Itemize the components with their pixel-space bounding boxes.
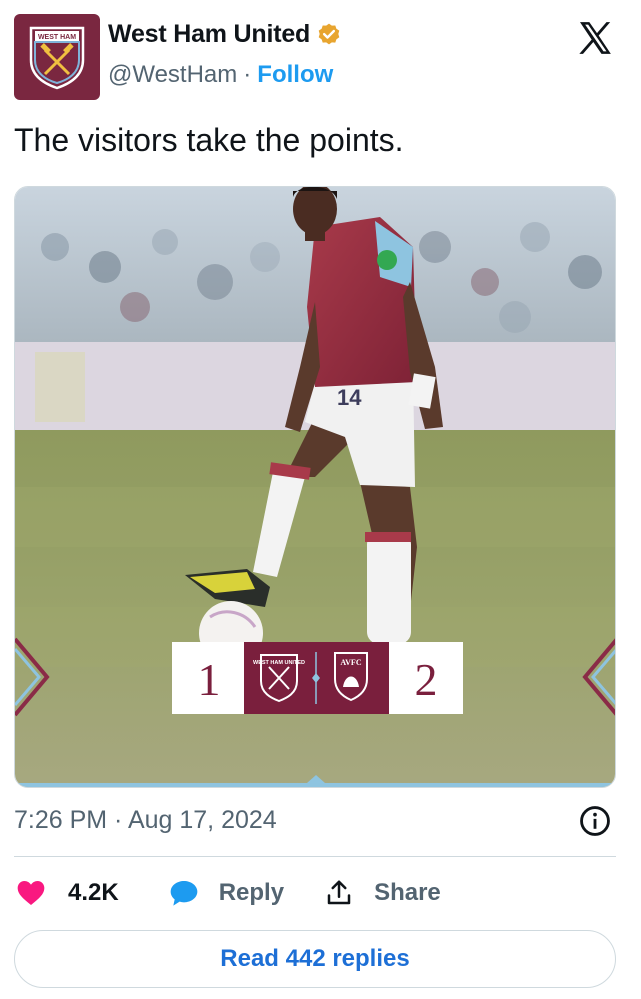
divider [14, 856, 616, 857]
follow-button[interactable]: Follow [257, 61, 333, 89]
home-score: 1 [198, 654, 221, 705]
account-handle[interactable]: @WestHam [108, 61, 237, 89]
player-number: 14 [337, 385, 362, 410]
like-count: 4.2K [68, 879, 119, 906]
tweet-timestamp[interactable]: 7:26 PM · Aug 17, 2024 [14, 806, 277, 835]
info-icon[interactable] [578, 804, 612, 838]
tweet-media-image[interactable]: 14 1 WEST HAM UNITED AVFC 2 [14, 186, 616, 788]
share-button[interactable]: Share [324, 877, 441, 909]
tweet-header: WEST HAM West Ham United @WestHam · Foll… [14, 14, 627, 100]
tweet-text: The visitors take the points. [14, 122, 404, 158]
verified-badge-icon [318, 23, 340, 44]
match-result-graphic: 14 1 WEST HAM UNITED AVFC 2 [15, 187, 615, 787]
account-name-row: West Ham United [108, 20, 342, 49]
share-upload-icon [327, 880, 351, 905]
west-ham-crest-icon: WEST HAM [29, 26, 85, 90]
separator-dot: · [243, 61, 252, 88]
tweet-actions: 4.2K Reply Share [14, 870, 441, 916]
home-crest-text: WEST HAM UNITED [253, 660, 305, 666]
avatar[interactable]: WEST HAM [14, 14, 100, 100]
reply-label: Reply [218, 879, 285, 906]
like-button[interactable]: 4.2K [14, 877, 119, 909]
handle-row: @WestHam · Follow [108, 61, 333, 89]
away-crest-text: AVFC [340, 658, 361, 667]
account-name[interactable]: West Ham United [108, 20, 310, 49]
reply-button[interactable]: Reply [167, 877, 284, 909]
share-label: Share [374, 879, 441, 906]
heart-icon [17, 881, 45, 905]
svg-text:WEST HAM: WEST HAM [38, 34, 76, 41]
x-logo-icon[interactable] [575, 18, 615, 58]
read-replies-button[interactable]: Read 442 replies [14, 930, 616, 988]
away-score: 2 [415, 654, 438, 705]
scoreboard: 1 WEST HAM UNITED AVFC 2 [172, 642, 463, 714]
speech-bubble-icon [170, 881, 198, 906]
